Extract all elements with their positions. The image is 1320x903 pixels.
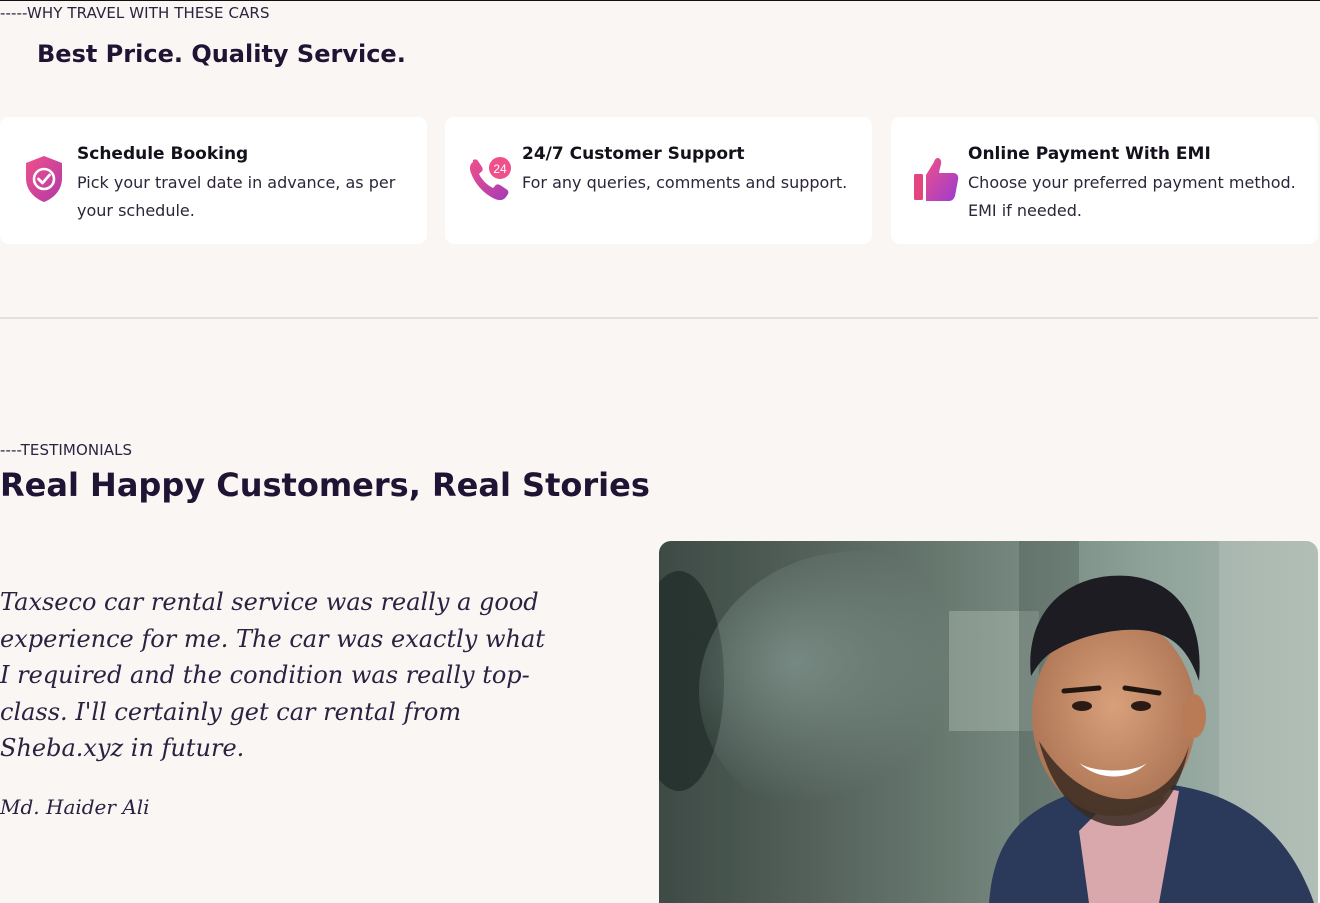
feature-card-online-payment: Online Payment With EMI Choose your pref… <box>891 117 1318 244</box>
feature-title: Online Payment With EMI <box>968 144 1211 164</box>
feature-title: Schedule Booking <box>77 144 249 164</box>
why-travel-eyebrow: -----WHY TRAVEL WITH THESE CARS <box>0 4 270 22</box>
feature-description: Pick your travel date in advance, as per… <box>77 173 396 220</box>
phone-24-icon: 24 <box>467 154 513 204</box>
testimonial-author: Md. Haider Ali <box>0 795 150 819</box>
feature-description: For any queries, comments and support. <box>522 173 848 192</box>
page: -----WHY TRAVEL WITH THESE CARS Best Pri… <box>0 0 1320 903</box>
feature-card-schedule-booking: Schedule Booking Pick your travel date i… <box>0 117 427 244</box>
feature-description: Choose your preferred payment method. EM… <box>968 173 1296 220</box>
support-badge-text: 24 <box>493 162 507 176</box>
customer-photo <box>659 541 1318 903</box>
feature-card-customer-support: 24 24/7 Customer Support For any queries… <box>445 117 872 244</box>
testimonial-quote: Taxseco car rental service was really a … <box>0 588 545 762</box>
why-travel-title: Best Price. Quality Service. <box>37 40 406 68</box>
top-divider <box>0 0 1320 1</box>
feature-title: 24/7 Customer Support <box>522 144 745 164</box>
section-divider <box>0 317 1318 319</box>
testimonials-title: Real Happy Customers, Real Stories <box>0 466 650 504</box>
thumbs-up-icon <box>913 154 959 204</box>
shield-check-icon <box>22 154 66 204</box>
testimonials-eyebrow: ----TESTIMONIALS <box>0 441 133 459</box>
